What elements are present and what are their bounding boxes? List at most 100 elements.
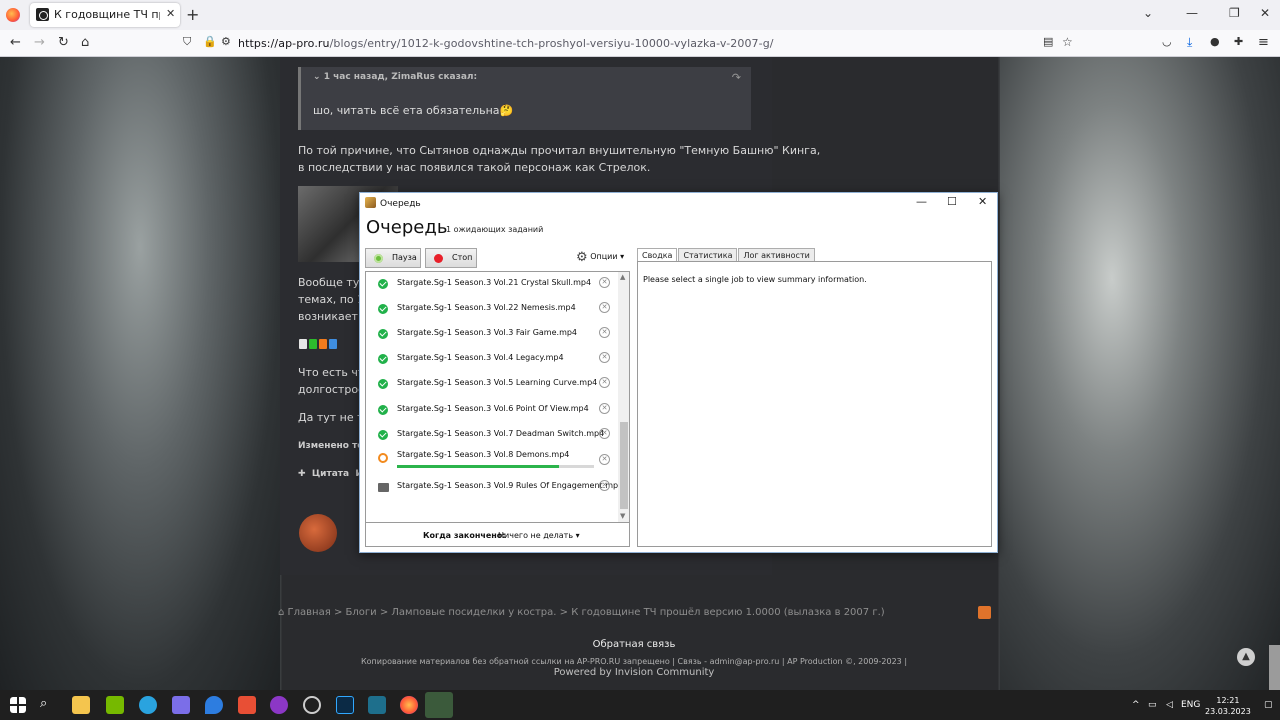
breadcrumb-blogs[interactable]: Блоги [346,607,377,618]
stop-icon [434,254,443,263]
close-tab-icon[interactable]: ✕ [166,7,175,20]
options-menu[interactable]: ⚙ Опции ▾ [576,250,624,265]
language-indicator[interactable]: ENG [1181,700,1200,710]
list-item[interactable]: Stargate.Sg-1 Season.3 Vol.21 Crystal Sk… [366,272,618,297]
remove-icon[interactable]: ✕ [599,428,610,439]
remove-icon[interactable]: ✕ [599,277,610,288]
tab-summary[interactable]: Сводка [637,248,678,262]
breadcrumb-home[interactable]: Главная [288,607,331,618]
quote-header[interactable]: ⌄ 1 час назад, ZimaRus сказал: [313,72,477,82]
search-icon[interactable]: ⌕ [40,696,58,714]
powered-by-link[interactable]: Powered by Invision Community [0,667,1268,678]
handbrake-taskbar-icon[interactable] [425,692,453,718]
window-title: Очередь [380,199,421,209]
telegram-icon[interactable] [139,696,157,714]
gamepad-icon[interactable] [172,696,190,714]
job-list[interactable]: Stargate.Sg-1 Season.3 Vol.21 Crystal Sk… [365,271,630,523]
maximize-icon[interactable]: ☐ [947,195,957,208]
close-window-icon[interactable]: ✕ [1260,6,1270,20]
app-icon[interactable] [368,696,386,714]
notification-icon[interactable]: ▢ [1264,700,1273,710]
post-text: Вообще тут [298,276,366,289]
remove-icon[interactable]: ✕ [599,403,610,414]
remove-icon[interactable]: ✕ [599,454,610,465]
menu-icon[interactable]: ≡ [1258,35,1269,50]
scroll-up-icon[interactable]: ▲ [620,273,625,281]
quote-button[interactable]: ✚ Цитата И [298,469,363,479]
breadcrumb: ⌂ Главная > Блоги > Ламповые посиделки у… [278,607,885,618]
list-item[interactable]: Stargate.Sg-1 Season.3 Vol.3 Fair Game.m… [366,322,618,347]
nvidia-icon[interactable] [106,696,124,714]
explorer-icon[interactable] [72,696,90,714]
remove-icon[interactable]: ✕ [599,352,610,363]
remove-icon[interactable]: ✕ [599,302,610,313]
photoshop-icon[interactable] [336,696,354,714]
rss-icon[interactable] [978,606,991,619]
steam-icon[interactable] [303,696,321,714]
minimize-icon[interactable]: — [1186,6,1198,20]
download-icon[interactable]: ⤓ [1187,35,1192,50]
app-icon[interactable] [238,696,256,714]
remove-icon[interactable]: ✕ [599,377,610,388]
list-item[interactable]: Stargate.Sg-1 Season.3 Vol.4 Legacy.mp4 … [366,347,618,372]
minimize-icon[interactable]: — [916,195,927,208]
drop-icon[interactable] [205,696,223,714]
pending-icon [378,483,389,492]
reader-view-icon[interactable]: ▤ [1043,35,1053,48]
clock[interactable]: 12:21 23.03.2023 [1205,695,1251,717]
firefox-icon[interactable] [400,696,418,714]
list-item[interactable]: Stargate.Sg-1 Season.3 Vol.7 Deadman Swi… [366,423,618,448]
restore-icon[interactable]: ❐ [1229,6,1240,20]
app-icon [365,197,376,208]
forward-icon[interactable]: → [34,35,45,50]
page-scrollbar[interactable] [1269,645,1280,690]
pause-icon [374,254,383,263]
scroll-top-icon[interactable]: ▲ [1237,648,1255,666]
scroll-thumb[interactable] [620,422,628,509]
volume-icon[interactable]: ◁ [1166,700,1173,710]
tab-statistics[interactable]: Статистика [678,248,738,262]
permissions-icon[interactable]: ⚙ [221,35,231,48]
feedback-link[interactable]: Обратная связь [0,639,1268,650]
tab-activity-log[interactable]: Лог активности [738,248,815,262]
chevron-down-icon[interactable]: ⌄ [1143,6,1153,20]
pocket-icon[interactable]: ◡ [1162,35,1172,48]
pause-button[interactable]: Пауза [365,248,421,268]
detail-tabs: Сводка Статистика Лог активности [637,248,816,262]
home-icon[interactable]: ⌂ [81,35,89,50]
start-icon[interactable] [10,697,26,713]
avatar[interactable] [299,514,337,552]
shield-icon[interactable]: ⛉ [183,35,191,49]
close-icon[interactable]: ✕ [978,195,987,208]
tor-icon[interactable] [270,696,288,714]
when-done-select[interactable]: Ничего не делать ▾ [498,531,580,540]
browser-tab[interactable]: К годовщине ТЧ прошёл версию 1.0000 (выл… [30,3,180,27]
bookmark-star-icon[interactable]: ☆ [1062,35,1073,49]
reload-icon[interactable]: ↻ [58,35,69,50]
list-item[interactable]: Stargate.Sg-1 Season.3 Vol.22 Nemesis.mp… [366,297,618,322]
extensions-puzzle-icon[interactable]: ✚ [1234,35,1243,48]
list-item[interactable]: Stargate.Sg-1 Season.3 Vol.9 Rules Of En… [366,475,623,500]
new-tab-icon[interactable]: + [186,5,199,24]
share-icon[interactable]: ↷ [732,71,741,84]
remove-icon[interactable]: ✕ [599,327,610,338]
back-icon[interactable]: ← [10,35,21,50]
firefox-icon[interactable] [6,8,20,22]
tray-chevron-icon[interactable]: ^ [1132,700,1140,710]
breadcrumb-blog[interactable]: Ламповые посиделки у костра. [391,607,556,618]
scroll-down-icon[interactable]: ▼ [620,512,625,520]
gear-icon: ⚙ [576,250,588,265]
lock-icon[interactable]: 🔒 [203,35,217,48]
job-list-scrollbar[interactable]: ▲ ▼ [618,272,629,522]
emoji-icon [299,339,307,349]
remove-icon[interactable]: ✕ [599,480,610,491]
quote-block: ⌄ 1 час назад, ZimaRus сказал: ↷ шо, чит… [298,67,751,130]
list-item[interactable]: Stargate.Sg-1 Season.3 Vol.6 Point Of Vi… [366,398,618,423]
stop-button[interactable]: Стоп [425,248,477,268]
url-bar[interactable]: https://ap-pro.ru/blogs/entry/1012-k-god… [238,37,774,50]
list-item[interactable]: Stargate.Sg-1 Season.3 Vol.5 Learning Cu… [366,372,618,397]
extension-icon[interactable]: ● [1210,35,1220,48]
network-icon[interactable]: ▭ [1148,700,1157,710]
list-item[interactable]: Stargate.Sg-1 Season.3 Vol.8 Demons.mp4 … [366,446,618,474]
queue-window: Очередь — ☐ ✕ Очередь 1 ожидающих задани… [359,192,998,553]
